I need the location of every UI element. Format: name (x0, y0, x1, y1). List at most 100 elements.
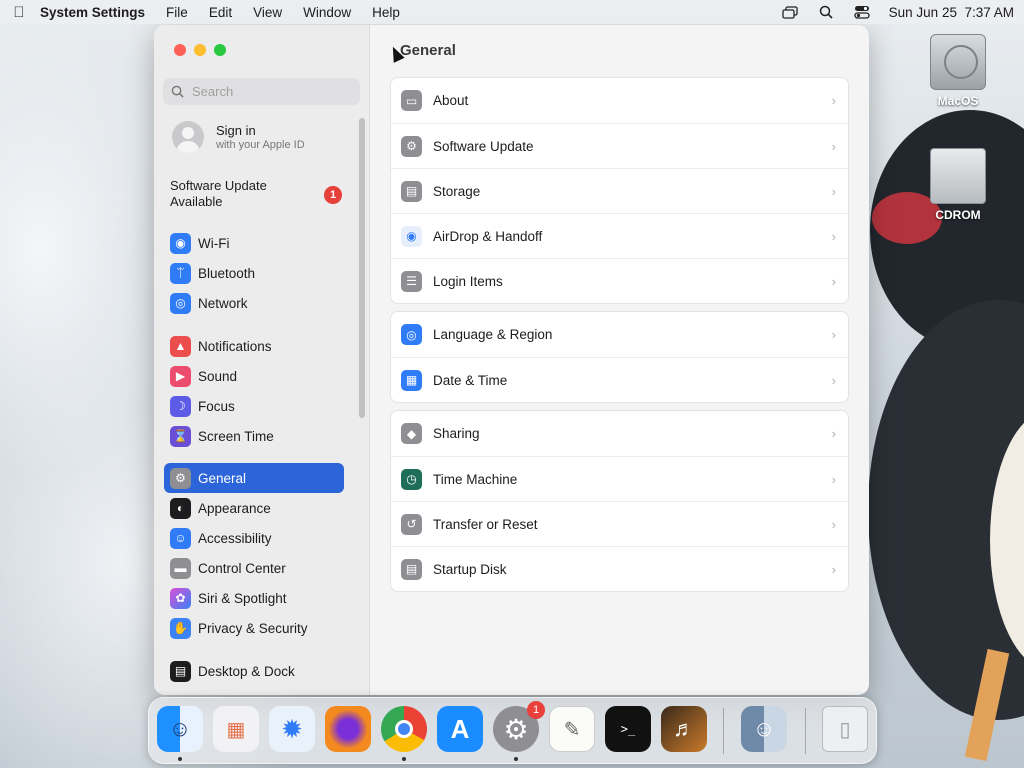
sidebar-item-wifi[interactable]: ◉ Wi-Fi (164, 228, 344, 258)
toggles-icon: ▬ (170, 557, 191, 579)
row-label: Date & Time (433, 372, 508, 388)
sidebar-item-screen-time[interactable]: ⌛ Screen Time (164, 421, 344, 451)
siri-icon: ✿ (170, 587, 191, 609)
sidebar-item-sound[interactable]: ▶ Sound (164, 361, 344, 391)
globe-icon: ◎ (401, 324, 422, 345)
row-software-update[interactable]: ⚙ Software Update › (391, 123, 848, 168)
accessibility-icon: ☺ (170, 527, 191, 549)
sidebar-item-focus[interactable]: ☽ Focus (164, 391, 344, 421)
row-transfer-reset[interactable]: ↺ Transfer or Reset › (391, 501, 848, 546)
chevron-right-icon: › (831, 228, 836, 244)
menu-app-name[interactable]: System Settings (40, 5, 145, 20)
dock-trash[interactable]: ▯ (822, 706, 868, 752)
chevron-right-icon: › (831, 183, 836, 199)
sidebar-item-label: Siri & Spotlight (198, 590, 287, 606)
software-update-notice[interactable]: Software Update Available 1 (170, 178, 342, 210)
safari-icon: ✹ (281, 713, 303, 744)
sidebar-item-label: Sound (198, 368, 238, 384)
sidebar-item-label: Network (198, 295, 248, 311)
search-placeholder: Search (192, 84, 234, 99)
calendar-icon: ▦ (401, 369, 422, 391)
row-airdrop-handoff[interactable]: ◉ AirDrop & Handoff › (391, 213, 848, 258)
sidebar-item-accessibility[interactable]: ☺ Accessibility (164, 523, 344, 553)
sidebar-item-privacy-security[interactable]: ✋ Privacy & Security (164, 613, 344, 643)
screen-mirroring-icon[interactable] (781, 4, 799, 20)
sidebar-item-label: Notifications (198, 338, 272, 354)
row-startup-disk[interactable]: ▤ Startup Disk › (391, 546, 848, 591)
menu-view[interactable]: View (253, 5, 282, 20)
row-time-machine[interactable]: ◷ Time Machine › (391, 456, 848, 501)
close-button[interactable] (174, 44, 186, 56)
row-language-region[interactable]: ◎ Language & Region › (391, 312, 848, 357)
menu-help[interactable]: Help (372, 5, 400, 20)
dock-chrome[interactable] (381, 706, 427, 752)
row-label: Language & Region (433, 327, 553, 342)
sidebar-item-appearance[interactable]: ◐ Appearance (164, 493, 344, 523)
desktop-icon-macos[interactable]: MacOS (918, 34, 998, 108)
search-icon (171, 85, 184, 98)
sidebar-item-siri-spotlight[interactable]: ✿ Siri & Spotlight (164, 583, 344, 613)
settings-group-3: ◆ Sharing › ◷ Time Machine › ↺ Transfer or Re… (390, 410, 849, 592)
minimize-button[interactable] (194, 44, 206, 56)
wifi-icon: ◉ (170, 232, 191, 254)
chrome-icon (395, 720, 413, 738)
time-machine-icon: ◷ (401, 468, 422, 490)
zoom-button[interactable] (214, 44, 226, 56)
signin-title: Sign in (216, 123, 256, 138)
row-label: Login Items (433, 273, 503, 289)
chevron-right-icon: › (831, 471, 836, 487)
dock-safari[interactable]: ✹ (269, 706, 315, 752)
dock-finder-window[interactable]: ☺ (741, 706, 787, 752)
menu-window[interactable]: Window (303, 5, 351, 20)
chevron-right-icon: › (831, 516, 836, 532)
row-about[interactable]: ▭ About › (391, 78, 848, 123)
row-login-items[interactable]: ☰ Login Items › (391, 258, 848, 303)
hard-disk-icon (930, 34, 986, 90)
menu-clock[interactable]: Sun Jun 25 7:37 AM (889, 5, 1014, 20)
dock-launchpad[interactable]: ▦ (213, 706, 259, 752)
row-storage[interactable]: ▤ Storage › (391, 168, 848, 213)
apple-id-signin[interactable]: Sign in with your Apple ID (172, 121, 305, 153)
row-sharing[interactable]: ◆ Sharing › (391, 411, 848, 456)
row-label: Time Machine (433, 471, 518, 487)
sidebar-item-bluetooth[interactable]: ᛠ Bluetooth (164, 258, 344, 288)
dock-guitar-app[interactable]: ♬ (661, 706, 707, 752)
dock-finder[interactable]: ☺ (157, 706, 203, 752)
sidebar-item-control-center[interactable]: ▬ Control Center (164, 553, 344, 583)
apple-logo-icon[interactable]:  (10, 4, 28, 21)
spotlight-search-icon[interactable] (817, 4, 835, 20)
sidebar-item-label: Wi-Fi (198, 235, 230, 251)
settings-group-1: ▭ About › ⚙ Software Update › ▤ Storage › ◉ Air… (390, 77, 849, 304)
finder-icon: ☺ (168, 716, 192, 741)
row-date-time[interactable]: ▦ Date & Time › (391, 357, 848, 402)
dock-terminal[interactable]: >_ (605, 706, 651, 752)
terminal-icon: >_ (620, 722, 636, 736)
row-label: AirDrop & Handoff (433, 228, 543, 244)
sidebar-item-general[interactable]: ⚙ General (164, 463, 344, 493)
cdrom-drive-icon (930, 148, 986, 204)
sidebar-item-notifications[interactable]: ▲ Notifications (164, 331, 344, 361)
control-center-icon[interactable] (853, 4, 871, 20)
update-notice-text: Software Update Available (170, 178, 267, 209)
row-label: Transfer or Reset (433, 516, 538, 532)
menu-file[interactable]: File (166, 5, 188, 20)
dock-app-store[interactable]: A (437, 706, 483, 752)
gear-icon: ⚙ (503, 713, 529, 745)
bell-icon: ▲ (170, 335, 191, 357)
dock-textedit[interactable]: ✎ (549, 706, 595, 752)
launchpad-icon: ▦ (226, 718, 246, 741)
globe-icon: ◎ (170, 292, 191, 314)
menu-edit[interactable]: Edit (209, 5, 232, 20)
sidebar-item-network[interactable]: ◎ Network (164, 288, 344, 318)
sidebar-item-label: Control Center (198, 560, 286, 576)
running-indicator (514, 757, 518, 761)
sidebar-scrollbar[interactable] (359, 118, 365, 418)
sharing-icon: ◆ (401, 423, 422, 444)
sidebar-item-label: Focus (198, 398, 235, 414)
search-field[interactable]: Search (163, 78, 360, 105)
moon-icon: ☽ (170, 395, 191, 417)
sidebar-item-desktop-dock[interactable]: ▤ Desktop & Dock (164, 656, 344, 686)
page-title: General (400, 42, 456, 59)
dock-firefox[interactable] (325, 706, 371, 752)
desktop-icon-cdrom[interactable]: CDROM (918, 148, 998, 222)
